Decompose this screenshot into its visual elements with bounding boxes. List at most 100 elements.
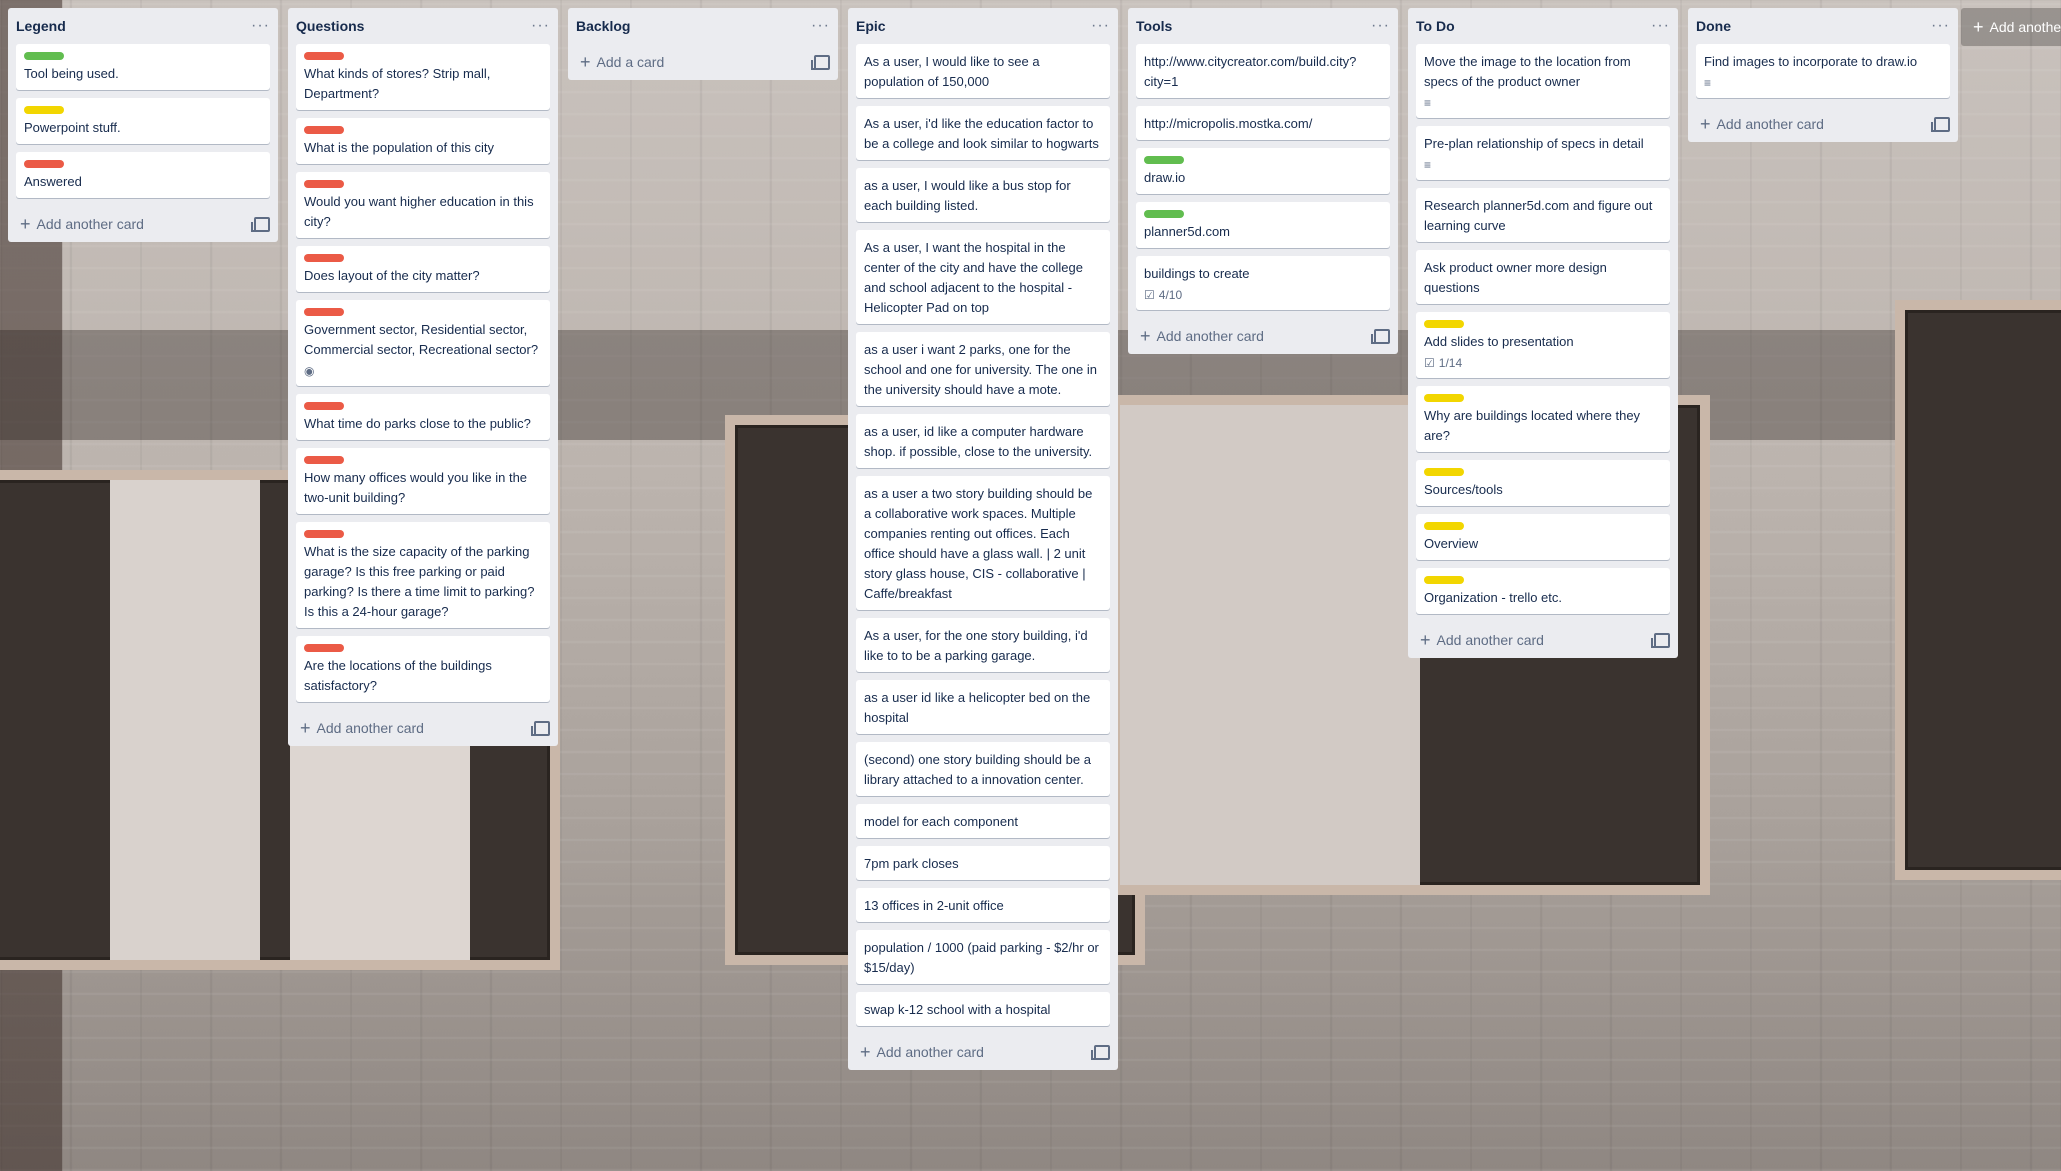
card[interactable]: 13 offices in 2-unit office bbox=[856, 888, 1110, 922]
card[interactable]: planner5d.com bbox=[1136, 202, 1390, 248]
list-menu-icon[interactable]: ··· bbox=[1931, 17, 1950, 35]
card[interactable]: model for each component bbox=[856, 804, 1110, 838]
card-label-green bbox=[1144, 210, 1184, 218]
list-menu-icon[interactable]: ··· bbox=[531, 17, 550, 35]
card[interactable]: Government sector, Residential sector, C… bbox=[296, 300, 550, 386]
card[interactable]: What is the size capacity of the parking… bbox=[296, 522, 550, 628]
card[interactable]: population / 1000 (paid parking - $2/hr … bbox=[856, 930, 1110, 984]
card[interactable]: Does layout of the city matter? bbox=[296, 246, 550, 292]
card[interactable]: Powerpoint stuff. bbox=[16, 98, 270, 144]
list-header[interactable]: To Do ··· bbox=[1408, 8, 1678, 44]
list-menu-icon[interactable]: ··· bbox=[811, 17, 830, 35]
card[interactable]: Pre-plan relationship of specs in detail… bbox=[1416, 126, 1670, 180]
card[interactable]: Add slides to presentation ☑ 1/14 bbox=[1416, 312, 1670, 378]
card[interactable]: Sources/tools bbox=[1416, 460, 1670, 506]
card-title: 13 offices in 2-unit office bbox=[864, 898, 1004, 913]
card[interactable]: as a user, id like a computer hardware s… bbox=[856, 414, 1110, 468]
list-header[interactable]: Tools ··· bbox=[1128, 8, 1398, 44]
card[interactable]: What is the population of this city bbox=[296, 118, 550, 164]
list-title[interactable]: Backlog bbox=[576, 18, 630, 34]
list-header[interactable]: Legend ··· bbox=[8, 8, 278, 44]
card-template-icon[interactable] bbox=[1371, 328, 1390, 344]
list-menu-icon[interactable]: ··· bbox=[1371, 17, 1390, 35]
list-done: Done ··· Find images to incorporate to dra… bbox=[1688, 8, 1958, 142]
card[interactable]: swap k-12 school with a hospital bbox=[856, 992, 1110, 1026]
card-title: (second) one story building should be a … bbox=[864, 752, 1091, 787]
card[interactable]: As a user, I want the hospital in the ce… bbox=[856, 230, 1110, 324]
checklist-icon: ☑ bbox=[1144, 288, 1155, 302]
card[interactable]: Move the image to the location from spec… bbox=[1416, 44, 1670, 118]
card[interactable]: as a user id like a helicopter bed on th… bbox=[856, 680, 1110, 734]
card-label-red bbox=[24, 160, 64, 168]
card[interactable]: as a user a two story building should be… bbox=[856, 476, 1110, 610]
list-menu-icon[interactable]: ··· bbox=[251, 17, 270, 35]
card[interactable]: (second) one story building should be a … bbox=[856, 742, 1110, 796]
card[interactable]: Are the locations of the buildings satis… bbox=[296, 636, 550, 702]
add-card-button[interactable]: + Add another card bbox=[860, 1043, 984, 1061]
card[interactable]: As a user, i'd like the education factor… bbox=[856, 106, 1110, 160]
add-card-button[interactable]: + Add another card bbox=[20, 215, 144, 233]
card[interactable]: Organization - trello etc. bbox=[1416, 568, 1670, 614]
card[interactable]: Would you want higher education in this … bbox=[296, 172, 550, 238]
list-menu-icon[interactable]: ··· bbox=[1651, 17, 1670, 35]
card-label-yellow bbox=[1424, 576, 1464, 584]
card-title: as a user i want 2 parks, one for the sc… bbox=[864, 342, 1097, 397]
card-template-icon[interactable] bbox=[1091, 1044, 1110, 1060]
list-header[interactable]: Backlog ··· bbox=[568, 8, 838, 44]
card[interactable]: How many offices would you like in the t… bbox=[296, 448, 550, 514]
card[interactable]: Why are buildings located where they are… bbox=[1416, 386, 1670, 452]
card-template-icon[interactable] bbox=[811, 54, 830, 70]
card[interactable]: http://www.citycreator.com/build.city?ci… bbox=[1136, 44, 1390, 98]
card-list: http://www.citycreator.com/build.city?ci… bbox=[1128, 44, 1398, 310]
list-title[interactable]: Legend bbox=[16, 18, 66, 34]
card-template-icon[interactable] bbox=[1931, 116, 1950, 132]
card[interactable]: Ask product owner more design questions bbox=[1416, 250, 1670, 304]
card[interactable]: http://micropolis.mostka.com/ bbox=[1136, 106, 1390, 140]
card-title: As a user, I would like to see a populat… bbox=[864, 54, 1040, 89]
list-title[interactable]: Tools bbox=[1136, 18, 1172, 34]
card-label-yellow bbox=[1424, 522, 1464, 530]
card-label-green bbox=[1144, 156, 1184, 164]
card-title: What time do parks close to the public? bbox=[304, 416, 531, 431]
card[interactable]: Research planner5d.com and figure out le… bbox=[1416, 188, 1670, 242]
card-template-icon[interactable] bbox=[1651, 632, 1670, 648]
card-label-red bbox=[304, 456, 344, 464]
add-card-button[interactable]: + Add a card bbox=[580, 53, 664, 71]
card-label-yellow bbox=[1424, 468, 1464, 476]
card[interactable]: as a user i want 2 parks, one for the sc… bbox=[856, 332, 1110, 406]
list-title[interactable]: Done bbox=[1696, 18, 1731, 34]
card[interactable]: buildings to create ☑ 4/10 bbox=[1136, 256, 1390, 310]
list-title[interactable]: To Do bbox=[1416, 18, 1455, 34]
card-list: Find images to incorporate to draw.io ≡ bbox=[1688, 44, 1958, 98]
card[interactable]: Answered bbox=[16, 152, 270, 198]
card[interactable]: Tool being used. bbox=[16, 44, 270, 90]
card-badges: ≡ bbox=[1704, 74, 1942, 92]
list-menu-icon[interactable]: ··· bbox=[1091, 17, 1110, 35]
card-label-red bbox=[304, 530, 344, 538]
add-list-button[interactable]: + Add another list bbox=[1961, 8, 2061, 46]
add-card-button[interactable]: + Add another card bbox=[1420, 631, 1544, 649]
add-card-button[interactable]: + Add another card bbox=[1700, 115, 1824, 133]
card-title: Research planner5d.com and figure out le… bbox=[1424, 198, 1653, 233]
list-title[interactable]: Epic bbox=[856, 18, 886, 34]
card[interactable]: As a user, for the one story building, i… bbox=[856, 618, 1110, 672]
card[interactable]: What kinds of stores? Strip mall, Depart… bbox=[296, 44, 550, 110]
card[interactable]: Overview bbox=[1416, 514, 1670, 560]
card[interactable]: 7pm park closes bbox=[856, 846, 1110, 880]
add-card-button[interactable]: + Add another card bbox=[300, 719, 424, 737]
card[interactable]: Find images to incorporate to draw.io ≡ bbox=[1696, 44, 1950, 98]
list-header[interactable]: Questions ··· bbox=[288, 8, 558, 44]
card[interactable]: draw.io bbox=[1136, 148, 1390, 194]
card-template-icon[interactable] bbox=[531, 720, 550, 736]
card[interactable]: as a user, I would like a bus stop for e… bbox=[856, 168, 1110, 222]
add-card-button[interactable]: + Add another card bbox=[1140, 327, 1264, 345]
card-label-red bbox=[304, 126, 344, 134]
add-card-row: + Add another card bbox=[288, 710, 558, 746]
card-title: What is the size capacity of the parking… bbox=[304, 544, 535, 619]
list-header[interactable]: Epic ··· bbox=[848, 8, 1118, 44]
list-title[interactable]: Questions bbox=[296, 18, 364, 34]
card[interactable]: What time do parks close to the public? bbox=[296, 394, 550, 440]
card[interactable]: As a user, I would like to see a populat… bbox=[856, 44, 1110, 98]
card-template-icon[interactable] bbox=[251, 216, 270, 232]
list-header[interactable]: Done ··· bbox=[1688, 8, 1958, 44]
